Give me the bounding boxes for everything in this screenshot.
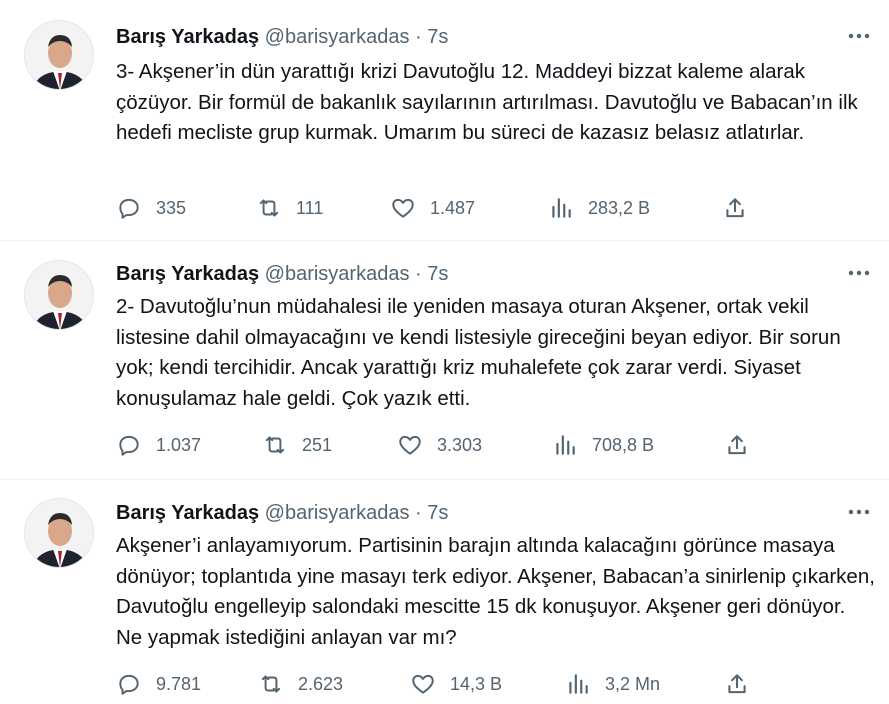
more-icon: [848, 270, 870, 276]
tweet[interactable]: Barış Yarkadaş @barisyarkadas · 7s 2- Da…: [0, 241, 889, 479]
share-button[interactable]: [724, 666, 750, 702]
timestamp[interactable]: 7s: [427, 26, 448, 48]
timestamp[interactable]: 7s: [427, 263, 448, 285]
more-options-button[interactable]: [845, 498, 873, 526]
tweet-text: 2- Davutoğlu’nun müdahalesi ile yeniden …: [116, 295, 841, 410]
timestamp[interactable]: 7s: [427, 502, 448, 524]
retweet-icon: [259, 199, 279, 217]
action-bar: 9.781 2.623 14,3 B 3,2 Mn: [0, 666, 889, 702]
author-name[interactable]: Barış Yarkadaş: [116, 26, 259, 48]
avatar-image: [25, 21, 93, 89]
like-button[interactable]: 3.303: [397, 427, 482, 463]
views-icon: [552, 198, 571, 218]
reply-count: 335: [156, 197, 187, 218]
tweet-header: Barış Yarkadaş @barisyarkadas · 7s: [116, 261, 448, 287]
retweet-count: 251: [302, 434, 333, 455]
more-icon: [848, 33, 870, 39]
tweet[interactable]: Barış Yarkadaş @barisyarkadas · 7s Akşen…: [0, 480, 889, 704]
author-handle[interactable]: @barisyarkadas: [265, 502, 410, 524]
reply-button[interactable]: 9.781: [116, 666, 201, 702]
more-options-button[interactable]: [845, 22, 873, 50]
views-button[interactable]: 3,2 Mn: [565, 666, 660, 702]
tweet-text: 3- Akşener’in dün yarattığı krizi Davuto…: [116, 60, 858, 144]
like-icon: [399, 435, 421, 455]
reply-icon: [119, 198, 139, 219]
like-button[interactable]: 14,3 B: [410, 666, 502, 702]
views-icon: [569, 674, 588, 694]
retweet-count: 111: [296, 197, 324, 218]
share-button[interactable]: [724, 427, 750, 463]
tweet[interactable]: Barış Yarkadaş @barisyarkadas · 7s 3- Ak…: [0, 0, 889, 240]
action-bar: 335 111 1.487 283,2 B: [0, 190, 889, 226]
separator-dot: ·: [415, 26, 422, 48]
reply-icon: [119, 435, 139, 456]
tweet-header: Barış Yarkadaş @barisyarkadas · 7s: [116, 500, 448, 526]
avatar[interactable]: [24, 20, 94, 90]
share-icon: [726, 198, 744, 218]
reply-count: 1.037: [156, 434, 202, 455]
author-handle[interactable]: @barisyarkadas: [265, 26, 410, 48]
reply-button[interactable]: 1.037: [116, 427, 201, 463]
retweet-button[interactable]: 111: [256, 190, 323, 226]
share-icon: [728, 435, 746, 455]
author-handle[interactable]: @barisyarkadas: [265, 263, 410, 285]
avatar[interactable]: [24, 260, 94, 330]
tweet-header: Barış Yarkadaş @barisyarkadas · 7s: [116, 24, 448, 50]
action-bar: 1.037 251 3.303 708,8 B: [0, 427, 889, 463]
retweet-count: 2.623: [298, 673, 344, 694]
separator-dot: ·: [415, 502, 422, 524]
views-icon: [556, 435, 575, 455]
more-options-button[interactable]: [845, 259, 873, 287]
retweet-icon: [265, 436, 285, 454]
share-button[interactable]: [722, 190, 748, 226]
retweet-button[interactable]: 2.623: [258, 666, 343, 702]
avatar[interactable]: [24, 498, 94, 568]
like-count: 1.487: [430, 197, 476, 218]
like-count: 3.303: [437, 434, 483, 455]
retweet-button[interactable]: 251: [262, 427, 332, 463]
reply-button[interactable]: 335: [116, 190, 186, 226]
like-button[interactable]: 1.487: [390, 190, 475, 226]
views-button[interactable]: 708,8 B: [552, 427, 654, 463]
share-icon: [728, 674, 746, 694]
author-name[interactable]: Barış Yarkadaş: [116, 263, 259, 285]
author-name[interactable]: Barış Yarkadaş: [116, 502, 259, 524]
reply-icon: [119, 674, 139, 695]
avatar-image: [25, 261, 93, 329]
separator-dot: ·: [415, 263, 422, 285]
retweet-icon: [261, 675, 281, 693]
like-count: 14,3 B: [450, 673, 503, 694]
tweet-text: Akşener’i anlayamıyorum. Partisinin bara…: [116, 534, 875, 649]
view-count: 283,2 B: [588, 197, 651, 218]
views-button[interactable]: 283,2 B: [548, 190, 650, 226]
reply-count: 9.781: [156, 673, 202, 694]
avatar-image: [25, 499, 93, 567]
more-icon: [848, 509, 870, 515]
view-count: 3,2 Mn: [605, 673, 661, 694]
like-icon: [412, 674, 434, 694]
like-icon: [392, 198, 414, 218]
view-count: 708,8 B: [592, 434, 655, 455]
